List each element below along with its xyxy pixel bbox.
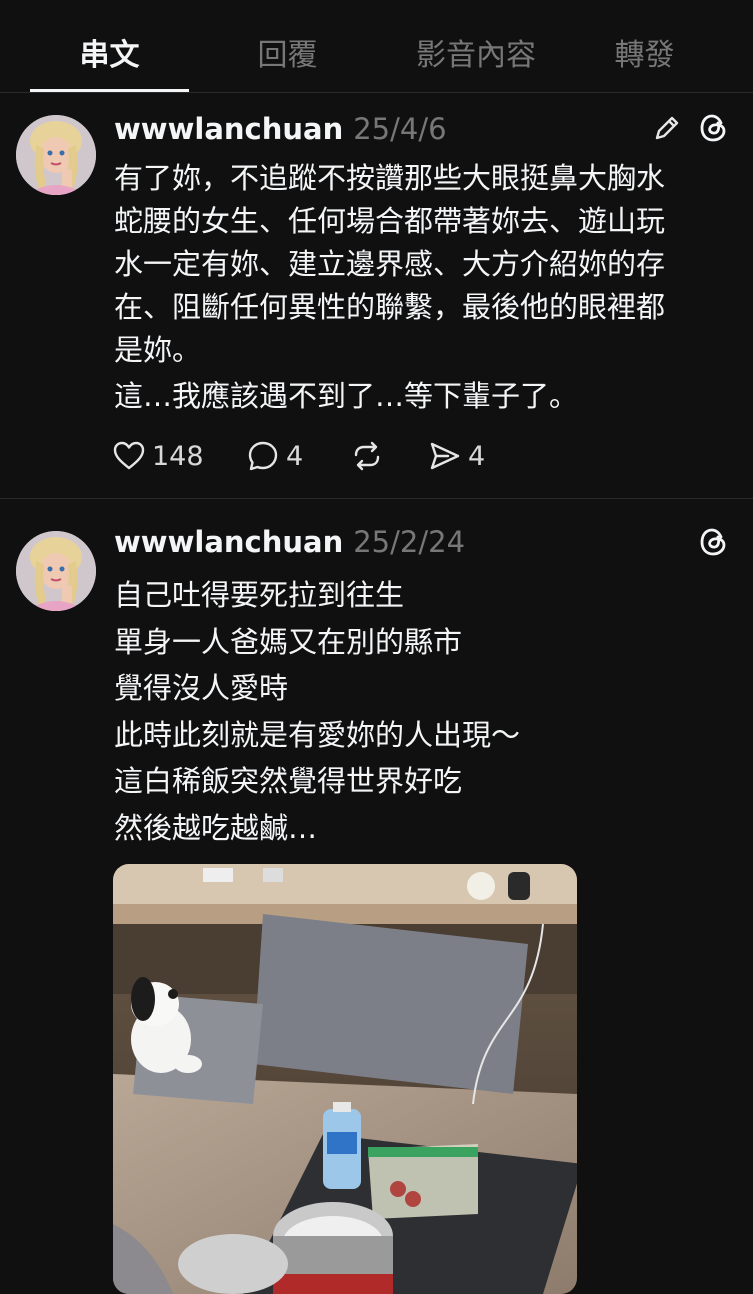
comment-icon — [248, 441, 278, 471]
tab-reposts[interactable]: 轉發 — [565, 36, 724, 76]
username[interactable]: wwwlanchuan — [114, 112, 343, 146]
post-line: 單身一人爸媽又在別的縣市 — [114, 624, 463, 659]
comment-button[interactable]: 4 — [246, 436, 303, 476]
post: wwwlanchuan 25/4/6 有了妳，不追蹤不按讚那些大眼挺鼻大胸水 蛇腰… — [0, 92, 753, 498]
avatar[interactable] — [16, 115, 96, 195]
threads-icon[interactable] — [697, 111, 731, 145]
share-count: 4 — [468, 440, 486, 472]
post-line: 蛇腰的女生、任何場合都帶著妳去、遊山玩 — [114, 204, 666, 238]
post-line: 在、阻斷任何異性的聯繫，最後他的眼裡都 — [114, 290, 666, 324]
post-date: 25/2/24 — [353, 525, 466, 559]
post-line: 有了妳，不追蹤不按讚那些大眼挺鼻大胸水 — [114, 161, 666, 195]
share-button[interactable]: 4 — [428, 436, 485, 476]
post-text: 有了妳，不追蹤不按讚那些大眼挺鼻大胸水 蛇腰的女生、任何場合都帶著妳去、遊山玩 … — [114, 157, 724, 418]
like-button[interactable]: 148 — [112, 436, 204, 476]
tab-threads[interactable]: 串文 — [30, 36, 189, 76]
avatar[interactable] — [16, 531, 96, 611]
repost-button[interactable] — [350, 436, 390, 476]
heart-icon — [113, 441, 145, 470]
post-line: 自己吐得要死拉到往生 — [114, 578, 405, 612]
post-header: wwwlanchuan 25/4/6 — [114, 112, 447, 146]
post-date: 25/4/6 — [353, 112, 447, 146]
post-line: 覺得沒人愛時 — [114, 671, 289, 705]
post-text: 自己吐得要死拉到往生 單身一人爸媽又在別的縣市 覺得沒人愛時 此時此刻就是有愛妳… — [114, 572, 724, 851]
pencil-icon[interactable] — [650, 111, 684, 145]
post-header: wwwlanchuan 25/2/24 — [114, 525, 465, 559]
repost-icon — [354, 441, 380, 471]
post-line: 然後越吃越鹹… — [114, 810, 318, 845]
send-icon — [430, 442, 460, 470]
tab-replies[interactable]: 回覆 — [208, 36, 367, 76]
like-count: 148 — [152, 440, 204, 472]
username[interactable]: wwwlanchuan — [114, 525, 343, 559]
post-image[interactable] — [113, 864, 577, 1294]
post-line: 此時此刻就是有愛妳的人出現～ — [114, 717, 521, 752]
profile-tabs: 串文 回覆 影音內容 轉發 — [0, 0, 753, 93]
comment-count: 4 — [286, 440, 304, 472]
post-line: 這白稀飯突然覺得世界好吃 — [114, 764, 463, 798]
post-actions: 148 4 4 — [112, 436, 512, 476]
post-line: 是妳。 — [114, 333, 202, 367]
post-line: 水一定有妳、建立邊界感、大方介紹妳的存 — [114, 247, 666, 281]
tab-media[interactable]: 影音內容 — [386, 36, 566, 76]
threads-icon[interactable] — [697, 525, 731, 559]
post-line: 這…我應該遇不到了…等下輩子了。 — [114, 379, 579, 413]
